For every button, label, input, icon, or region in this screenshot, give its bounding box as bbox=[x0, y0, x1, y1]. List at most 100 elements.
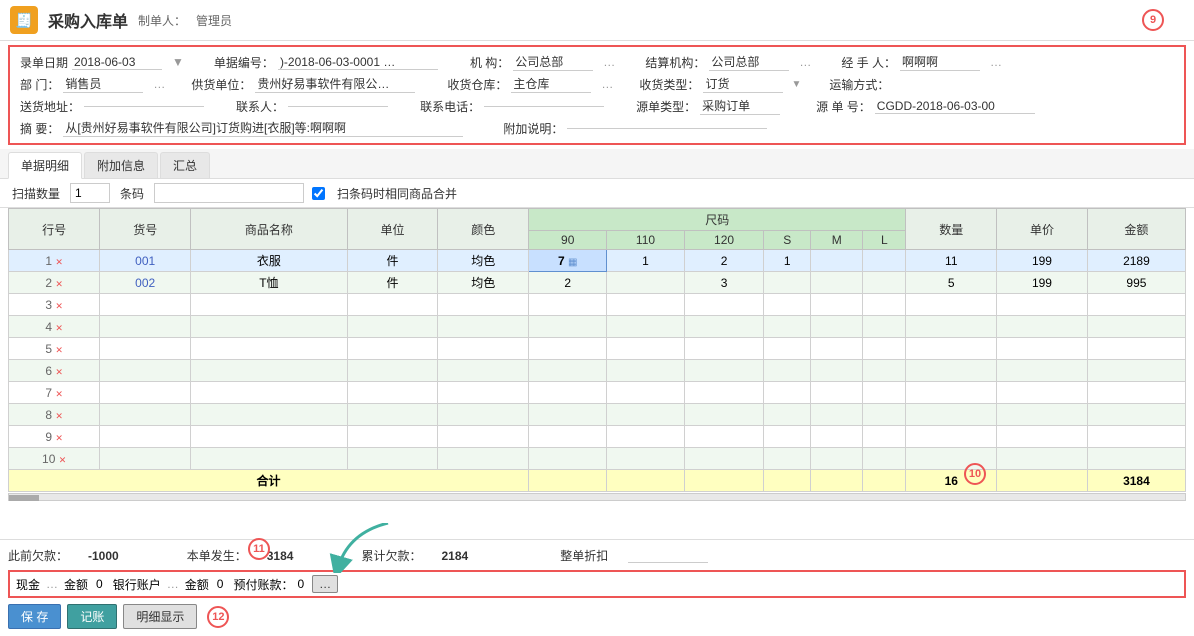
col-unit: 单位 bbox=[347, 209, 438, 250]
table-row[interactable]: 7 ✕ bbox=[9, 382, 1186, 404]
save-button[interactable]: 保 存 bbox=[8, 604, 61, 629]
transport-label: 运输方式： bbox=[825, 76, 893, 93]
table-row[interactable]: 6 ✕ bbox=[9, 360, 1186, 382]
prepay-item: 预付账款： 0 … bbox=[233, 575, 338, 593]
table-row[interactable]: 4 ✕ bbox=[9, 316, 1186, 338]
badge-9: 9 bbox=[1142, 9, 1164, 31]
recv-type-label: 收货类型： bbox=[635, 76, 703, 93]
prepay-value: 0 bbox=[297, 577, 304, 591]
table-row[interactable]: 3 ✕ bbox=[9, 294, 1186, 316]
form-row-3: 送货地址： 联系人： 联系电话： 源单类型： 采购订单 源 单 号： CGDD-… bbox=[16, 95, 1178, 117]
creator-value: 管理员 bbox=[196, 12, 232, 29]
cell-sku[interactable]: 002 bbox=[100, 272, 191, 294]
col-size-group: 尺码 bbox=[529, 209, 906, 231]
cell-size-l[interactable] bbox=[863, 272, 906, 294]
cell-qty: 5 bbox=[906, 272, 997, 294]
cell-size-s[interactable] bbox=[764, 272, 811, 294]
table-row[interactable]: 8 ✕ bbox=[9, 404, 1186, 426]
prepay-btn[interactable]: … bbox=[312, 575, 338, 593]
cell-unit: 件 bbox=[347, 250, 438, 272]
source-type-value: 采购订单 bbox=[700, 97, 780, 115]
tab-extra[interactable]: 附加信息 bbox=[84, 152, 158, 178]
cell-amount: 995 bbox=[1087, 272, 1185, 294]
cell-size-m[interactable] bbox=[811, 272, 863, 294]
form-row-2: 部 门： 销售员 … 供货单位： 贵州好易事软件有限公… 收货仓库： 主仓库 …… bbox=[16, 73, 1178, 95]
form-row-4: 摘 要： 从[贵州好易事软件有限公司]订货购进[衣服]等:啊啊啊 附加说明： bbox=[16, 117, 1178, 139]
header: 🧾 采购入库单 制单人： 管理员 9 bbox=[0, 0, 1194, 41]
prev-debt-value: -1000 bbox=[88, 549, 119, 563]
source-num-value: CGDD-2018-06-03-00 bbox=[875, 99, 1035, 114]
current-value: 3184 bbox=[267, 549, 294, 563]
cell-size-110[interactable] bbox=[607, 272, 684, 294]
col-color: 颜色 bbox=[438, 209, 529, 250]
cell-size-120[interactable]: 3 bbox=[684, 272, 764, 294]
cell-color: 均色 bbox=[438, 250, 529, 272]
scan-barcode-label: 条码 bbox=[116, 185, 148, 202]
recv-type-dropdown[interactable]: ▼ bbox=[791, 79, 801, 90]
col-name: 商品名称 bbox=[191, 209, 348, 250]
table-container: 行号 货号 商品名称 单位 颜色 尺码 数量 单价 金额 90 110 120 … bbox=[0, 208, 1194, 539]
col-size-m: M bbox=[811, 231, 863, 250]
col-sku: 货号 bbox=[100, 209, 191, 250]
extra-label: 附加说明： bbox=[499, 120, 567, 137]
total-row: 合计 16 3184 bbox=[9, 470, 1186, 492]
date-dropdown[interactable]: ▼ bbox=[172, 55, 184, 69]
cell-name[interactable]: T恤 bbox=[191, 272, 348, 294]
cell-price: 199 bbox=[997, 272, 1088, 294]
scan-merge-checkbox[interactable] bbox=[312, 187, 325, 200]
memo-label: 摘 要： bbox=[16, 120, 63, 137]
main-container: 🧾 采购入库单 制单人： 管理员 9 录单日期 2018-06-03 ▼ 单据编… bbox=[0, 0, 1194, 636]
table-row[interactable]: 1 ✕ 001 衣服 件 均色 7 ▦ 1 2 1 11 199 2189 bbox=[9, 250, 1186, 272]
tab-summary[interactable]: 汇总 bbox=[160, 152, 210, 178]
bank-amount-label: 金额 bbox=[185, 576, 209, 593]
scan-barcode-input[interactable] bbox=[154, 183, 304, 203]
col-amount: 金额 bbox=[1087, 209, 1185, 250]
cash-dots[interactable]: … bbox=[46, 577, 58, 591]
table-row[interactable]: 10 ✕ bbox=[9, 448, 1186, 470]
cell-size-s[interactable]: 1 bbox=[764, 250, 811, 272]
scrollbar-thumb[interactable] bbox=[9, 495, 39, 501]
cell-size-120[interactable]: 2 bbox=[684, 250, 764, 272]
cell-price: 199 bbox=[997, 250, 1088, 272]
docnum-label: 单据编号： bbox=[210, 54, 278, 71]
cell-name[interactable]: 衣服 bbox=[191, 250, 348, 272]
bank-dots[interactable]: … bbox=[167, 577, 179, 591]
cell-size-90[interactable]: 2 bbox=[529, 272, 607, 294]
table-row[interactable]: 9 ✕ bbox=[9, 426, 1186, 448]
clear-button[interactable]: 明细显示 bbox=[123, 604, 197, 629]
col-size-l: L bbox=[863, 231, 906, 250]
bank-label: 银行账户 bbox=[113, 576, 161, 593]
cell-size-l[interactable] bbox=[863, 250, 906, 272]
current-label: 本单发生： bbox=[187, 547, 247, 564]
total-amount: 3184 bbox=[1087, 470, 1185, 492]
scan-qty-input[interactable] bbox=[70, 183, 110, 203]
total-debt-value: 2184 bbox=[441, 549, 468, 563]
addr-label: 送货地址： bbox=[16, 98, 84, 115]
total-label: 合计 bbox=[9, 470, 529, 492]
prev-debt-label: 此前欠款： bbox=[8, 547, 68, 564]
dept-value: 销售员 bbox=[63, 75, 143, 93]
supplier-value: 贵州好易事软件有限公… bbox=[255, 75, 415, 93]
cell-size-110[interactable]: 1 bbox=[607, 250, 684, 272]
settle-value: 公司总部 bbox=[709, 53, 789, 71]
col-size-110: 110 bbox=[607, 231, 684, 250]
source-type-label: 源单类型： bbox=[632, 98, 700, 115]
discount-input[interactable] bbox=[628, 548, 708, 563]
cell-qty: 11 bbox=[906, 250, 997, 272]
cell-size-90[interactable]: 7 ▦ bbox=[529, 250, 607, 272]
bank-item: 银行账户 … 金额 0 bbox=[113, 576, 224, 593]
journal-button[interactable]: 记账 bbox=[67, 604, 117, 629]
cell-sku[interactable]: 001 bbox=[100, 250, 191, 272]
horizontal-scrollbar[interactable] bbox=[8, 493, 1186, 501]
date-value[interactable]: 2018-06-03 bbox=[72, 55, 162, 70]
col-rownum: 行号 bbox=[9, 209, 100, 250]
table-row[interactable]: 2 ✕ 002 T恤 件 均色 2 3 5 199 995 bbox=[9, 272, 1186, 294]
table-row[interactable]: 5 ✕ bbox=[9, 338, 1186, 360]
scan-qty-label: 扫描数量 bbox=[8, 185, 64, 202]
supplier-label: 供货单位： bbox=[187, 76, 255, 93]
tab-detail[interactable]: 单据明细 bbox=[8, 152, 82, 179]
cell-size-m[interactable] bbox=[811, 250, 863, 272]
col-size-120: 120 bbox=[684, 231, 764, 250]
payment-area: 现金 … 金额 0 银行账户 … 金额 0 预付账款： 0 … bbox=[8, 570, 1186, 598]
handler-value: 啊啊啊 bbox=[900, 53, 980, 71]
